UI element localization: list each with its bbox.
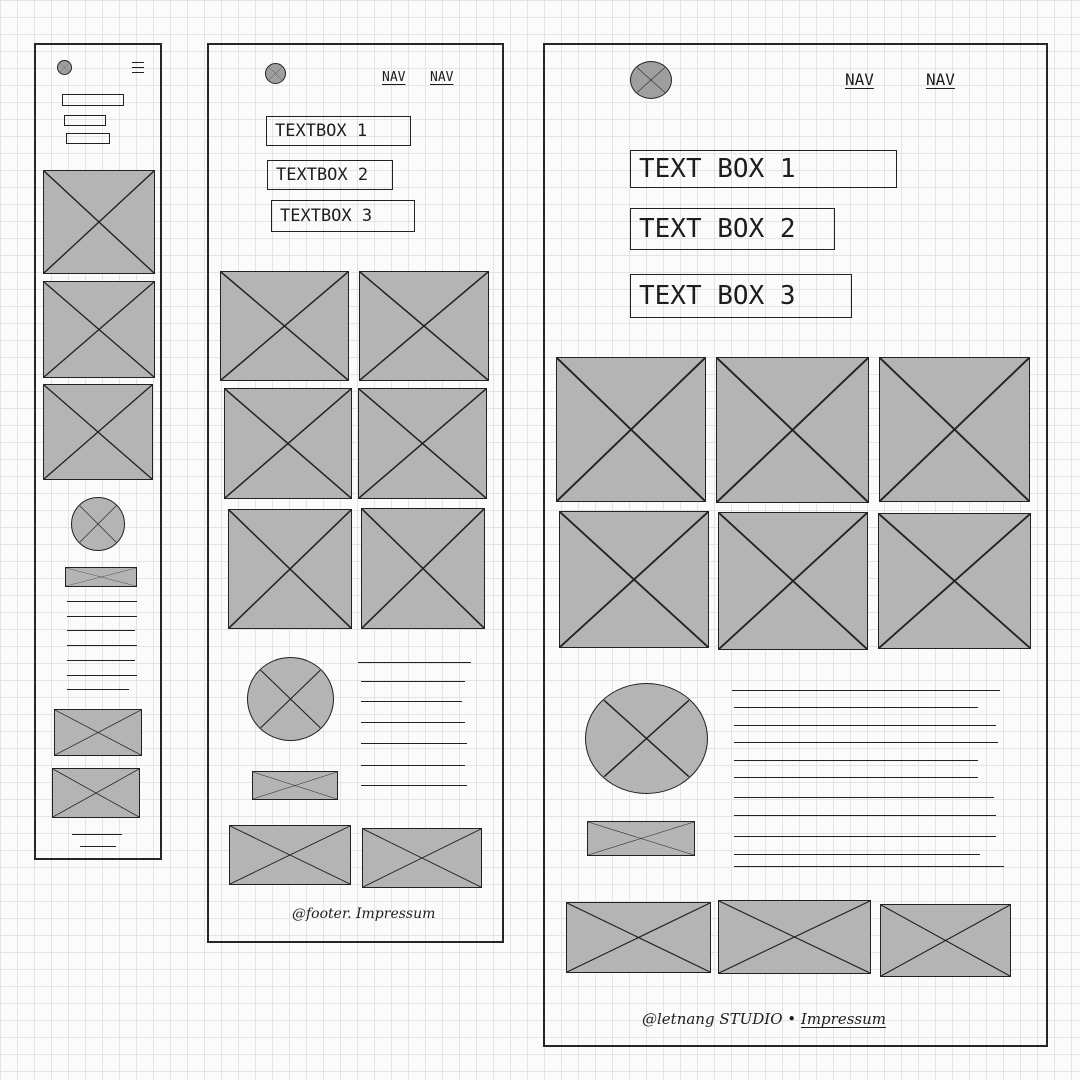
logo-placeholder-icon xyxy=(57,60,72,75)
text-line xyxy=(361,722,465,723)
text-line xyxy=(67,645,137,646)
text-line xyxy=(67,630,135,631)
avatar-placeholder xyxy=(247,657,334,741)
image-placeholder xyxy=(716,357,869,503)
text-line xyxy=(734,777,978,778)
hamburger-menu-icon[interactable] xyxy=(132,62,144,77)
text-box-2: TEXTBOX 2 xyxy=(267,160,393,190)
image-placeholder xyxy=(718,512,868,650)
image-placeholder xyxy=(220,271,349,381)
text-line xyxy=(67,616,137,617)
image-placeholder xyxy=(879,357,1030,502)
button-placeholder[interactable] xyxy=(252,771,338,800)
text-line xyxy=(361,785,467,786)
text-box-2: TEXT BOX 2 xyxy=(630,208,835,250)
image-placeholder xyxy=(566,902,711,973)
image-placeholder xyxy=(43,170,155,274)
image-placeholder xyxy=(228,509,352,629)
text-line xyxy=(361,701,462,702)
image-placeholder xyxy=(718,900,871,974)
image-placeholder xyxy=(362,828,482,888)
text-box-1: TEXT BOX 1 xyxy=(630,150,897,188)
image-placeholder xyxy=(54,709,142,756)
footer-credit: @letnang STUDIO • xyxy=(642,1010,801,1028)
nav-link-1[interactable]: NAV xyxy=(845,70,874,89)
text-line xyxy=(358,662,471,663)
text-box-3 xyxy=(66,133,110,144)
image-placeholder xyxy=(878,513,1031,649)
text-line xyxy=(361,743,467,744)
text-box-2 xyxy=(64,115,106,126)
text-line xyxy=(67,675,137,676)
text-box-1 xyxy=(62,94,124,106)
logo-placeholder-icon xyxy=(265,63,286,84)
text-line xyxy=(734,836,996,837)
text-line xyxy=(732,690,1000,691)
image-placeholder xyxy=(880,904,1011,977)
footer-line xyxy=(72,834,122,835)
image-placeholder xyxy=(559,511,709,648)
image-placeholder xyxy=(43,281,155,378)
footer-line xyxy=(80,846,116,847)
image-placeholder xyxy=(43,384,153,480)
text-line xyxy=(734,707,978,708)
text-line xyxy=(734,815,996,816)
text-line xyxy=(734,725,996,726)
text-box-3: TEXT BOX 3 xyxy=(630,274,852,318)
text-line xyxy=(734,854,980,855)
text-line xyxy=(734,742,998,743)
image-placeholder xyxy=(229,825,351,885)
logo-placeholder-icon xyxy=(630,61,672,99)
nav-link-2[interactable]: NAV xyxy=(926,70,955,89)
button-placeholder[interactable] xyxy=(65,567,137,587)
button-placeholder[interactable] xyxy=(587,821,695,856)
text-line xyxy=(67,689,129,690)
impressum-link[interactable]: Impressum xyxy=(801,1010,886,1028)
image-placeholder xyxy=(358,388,487,499)
text-line xyxy=(67,601,137,602)
image-placeholder xyxy=(224,388,352,499)
text-line xyxy=(734,797,994,798)
footer-text: @footer. Impressum xyxy=(292,906,436,922)
image-placeholder xyxy=(359,271,489,381)
nav-link-2[interactable]: NAV xyxy=(430,70,453,85)
nav-link-1[interactable]: NAV xyxy=(382,70,405,85)
text-box-1: TEXTBOX 1 xyxy=(266,116,411,146)
text-line xyxy=(361,765,465,766)
image-placeholder xyxy=(556,357,706,502)
text-box-3: TEXTBOX 3 xyxy=(271,200,415,232)
text-line xyxy=(67,660,135,661)
text-line xyxy=(734,760,978,761)
text-line xyxy=(361,681,465,682)
text-line xyxy=(734,866,1004,867)
avatar-placeholder xyxy=(71,497,125,551)
image-placeholder xyxy=(52,768,140,818)
footer-text: @letnang STUDIO • Impressum xyxy=(642,1010,886,1028)
avatar-placeholder xyxy=(585,683,708,794)
image-placeholder xyxy=(361,508,485,629)
